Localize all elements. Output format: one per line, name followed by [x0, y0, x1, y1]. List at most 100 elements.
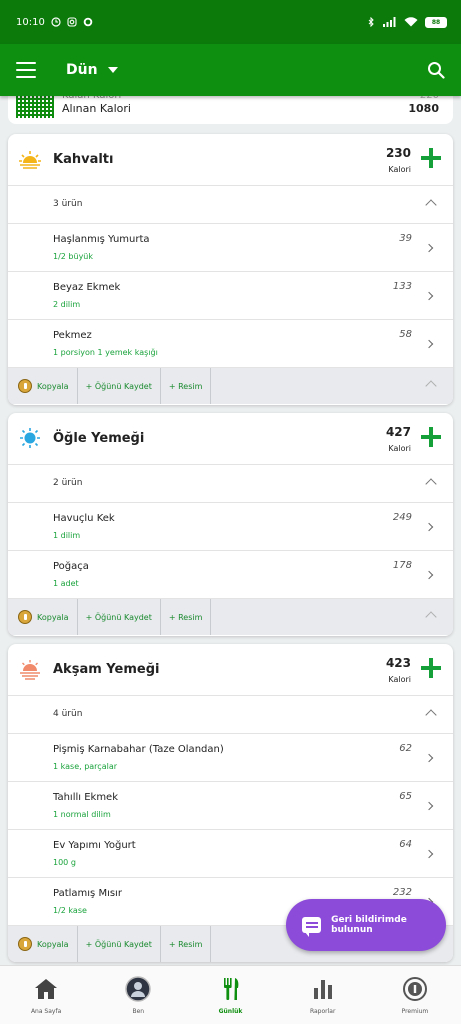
food-portion: 1 kase, parçalar [53, 762, 118, 771]
nav-reports[interactable]: Raporlar [277, 966, 369, 1024]
food-item[interactable]: Tahıllı Ekmek 1 normal dilim 65 [8, 782, 453, 830]
menu-icon[interactable] [16, 62, 36, 78]
coin-icon [18, 610, 32, 624]
food-calories: 249 [392, 512, 412, 523]
food-name: Poğaça [53, 561, 89, 572]
add-photo-button[interactable]: + Resim [161, 926, 212, 962]
food-calories: 39 [399, 233, 412, 244]
food-item[interactable]: Pişmiş Karnabahar (Taze Olandan) 1 kase,… [8, 734, 453, 782]
food-calories: 232 [392, 887, 412, 898]
chevron-up-icon[interactable] [425, 478, 437, 490]
item-count-row[interactable]: 4 ürün [8, 696, 453, 734]
add-food-button[interactable] [421, 427, 441, 447]
meal-card-lunch: Öğle Yemeği 427 Kalori 2 ürün Havuçlu Ke… [8, 413, 453, 636]
fork-knife-icon [223, 978, 238, 1000]
food-portion: 1 porsiyon 1 yemek kaşığı [53, 348, 158, 357]
coin-icon [18, 379, 32, 393]
meal-header[interactable]: Kahvaltı 230 Kalori [8, 134, 453, 186]
chevron-right-icon [424, 849, 434, 859]
copy-label: Kopyala [37, 612, 69, 622]
consumed-calories-value: 1080 [408, 102, 439, 115]
meal-title: Akşam Yemeği [53, 662, 160, 677]
copy-button[interactable]: Kopyala [8, 926, 78, 962]
copy-button[interactable]: Kopyala [8, 599, 78, 635]
feedback-button[interactable]: Geri bildirimde bulunun [286, 899, 446, 951]
nav-label: Ana Sayfa [30, 1008, 62, 1015]
food-name: Ev Yapımı Yoğurt [53, 840, 136, 851]
add-photo-button[interactable]: + Resim [161, 368, 212, 404]
calories-unit: Kalori [388, 675, 411, 684]
item-count: 3 ürün [53, 199, 83, 209]
add-food-button[interactable] [421, 658, 441, 678]
food-item[interactable]: Pekmez 1 porsiyon 1 yemek kaşığı 58 [8, 320, 453, 368]
clock-icon [51, 17, 61, 27]
nav-profile[interactable]: Ben [92, 966, 184, 1024]
food-portion: 1 normal dilim [53, 810, 111, 819]
calories-unit: Kalori [388, 444, 411, 453]
search-icon[interactable] [427, 61, 445, 79]
chevron-up-icon[interactable] [425, 380, 437, 392]
copy-label: Kopyala [37, 381, 69, 391]
save-meal-button[interactable]: + Öğünü Kaydet [78, 368, 161, 404]
sun-icon [20, 428, 40, 448]
chat-icon [302, 917, 322, 937]
sunrise-icon [19, 151, 41, 169]
feedback-label: Geri bildirimde bulunun [331, 915, 407, 935]
status-bar: 10:10 88 [0, 0, 461, 44]
meal-card-breakfast: Kahvaltı 230 Kalori 3 ürün Haşlanmış Yum… [8, 134, 453, 405]
meal-title: Kahvaltı [53, 152, 114, 167]
meal-calories: 230 [385, 146, 411, 160]
nav-premium[interactable]: Premium [369, 966, 461, 1024]
date-selector[interactable]: Dün [66, 62, 98, 78]
nav-label: Premium [401, 1008, 429, 1015]
copy-button[interactable]: Kopyala [8, 368, 78, 404]
food-name: Tahıllı Ekmek [53, 792, 119, 803]
food-name: Pişmiş Karnabahar (Taze Olandan) [53, 744, 224, 755]
add-photo-button[interactable]: + Resim [161, 599, 212, 635]
bottom-navigation: Ana Sayfa Ben Günlük Raporlar Premium [0, 965, 461, 1024]
food-calories: 65 [399, 791, 412, 802]
food-item[interactable]: Poğaça 1 adet 178 [8, 551, 453, 599]
food-calories: 62 [399, 743, 412, 754]
food-portion: 1/2 kase [53, 906, 87, 915]
item-count-row[interactable]: 3 ürün [8, 186, 453, 224]
save-meal-button[interactable]: + Öğünü Kaydet [78, 926, 161, 962]
food-item[interactable]: Haşlanmış Yumurta 1/2 büyük 39 [8, 224, 453, 272]
avatar [125, 976, 152, 1002]
premium-icon [402, 977, 427, 1001]
nav-label: Ben [132, 1008, 145, 1015]
coin-icon [18, 937, 32, 951]
signal-icon [383, 17, 396, 27]
meal-header[interactable]: Öğle Yemeği 427 Kalori [8, 413, 453, 465]
meal-header[interactable]: Akşam Yemeği 423 Kalori [8, 644, 453, 696]
meal-actions: Kopyala + Öğünü Kaydet + Resim [8, 368, 453, 404]
chevron-up-icon[interactable] [425, 611, 437, 623]
food-item[interactable]: Ev Yapımı Yoğurt 100 g 64 [8, 830, 453, 878]
chevron-up-icon[interactable] [425, 709, 437, 721]
meal-title: Öğle Yemeği [53, 431, 145, 446]
nav-diary[interactable]: Günlük [184, 966, 276, 1024]
chevron-up-icon[interactable] [425, 199, 437, 211]
food-item[interactable]: Beyaz Ekmek 2 dilim 133 [8, 272, 453, 320]
item-count-row[interactable]: 2 ürün [8, 465, 453, 503]
food-name: Havuçlu Kek [53, 513, 115, 524]
food-portion: 1 dilim [53, 531, 81, 540]
save-meal-button[interactable]: + Öğünü Kaydet [78, 599, 161, 635]
bluetooth-icon [368, 17, 374, 27]
meal-actions: Kopyala + Öğünü Kaydet + Resim [8, 599, 453, 635]
nav-home[interactable]: Ana Sayfa [0, 966, 92, 1024]
home-icon [35, 979, 58, 999]
meal-calories: 427 [385, 425, 411, 439]
chevron-right-icon [424, 753, 434, 763]
food-calories: 64 [399, 839, 412, 850]
chevron-down-icon[interactable] [107, 67, 118, 73]
food-name: Pekmez [53, 330, 92, 341]
chevron-right-icon [424, 291, 434, 301]
battery-indicator: 88 [425, 16, 447, 28]
chevron-right-icon [424, 570, 434, 580]
nav-label: Raporlar [309, 1008, 336, 1015]
add-food-button[interactable] [421, 148, 441, 168]
item-count: 2 ürün [53, 478, 83, 488]
food-item[interactable]: Havuçlu Kek 1 dilim 249 [8, 503, 453, 551]
chevron-right-icon [424, 243, 434, 253]
